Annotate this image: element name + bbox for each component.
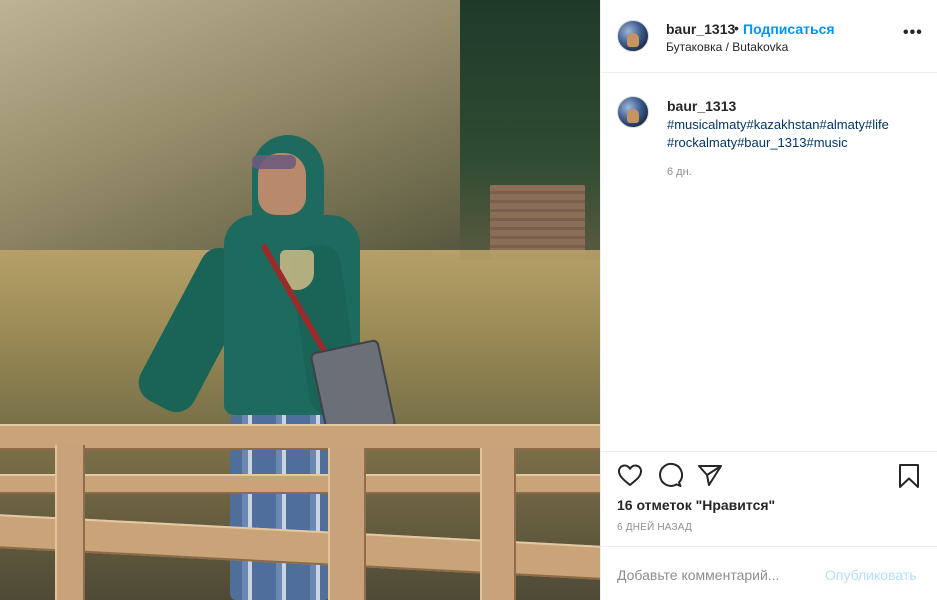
post-side-panel: baur_1313 • Подписаться Бутаковка / Buta…	[600, 0, 937, 600]
likes-count[interactable]: 16 отметок "Нравится"	[617, 497, 775, 513]
photo-cabin	[490, 185, 585, 260]
share-icon[interactable]	[697, 463, 723, 487]
follow-button[interactable]: Подписаться	[743, 21, 835, 37]
bookmark-icon[interactable]	[897, 463, 921, 489]
user-avatar[interactable]	[617, 20, 649, 52]
header-username[interactable]: baur_1313	[666, 21, 735, 37]
hashtags-line[interactable]: #musicalmaty#kazakhstan#almaty#life	[667, 116, 917, 134]
comment-input[interactable]: Добавьте комментарий...	[617, 567, 817, 583]
heart-icon[interactable]	[617, 463, 643, 487]
bridge-post	[328, 448, 366, 600]
post-header: baur_1313 • Подписаться Бутаковка / Buta…	[601, 0, 937, 73]
caption-hashtags: #musicalmaty#kazakhstan#almaty#life #roc…	[667, 116, 917, 152]
posted-time: 6 ДНЕЙ НАЗАД	[617, 522, 692, 533]
caption-avatar[interactable]	[617, 96, 649, 128]
caption-time: 6 дн.	[667, 166, 692, 178]
post-photo[interactable]	[0, 0, 600, 600]
hashtags-line[interactable]: #rockalmaty#baur_1313#music	[667, 134, 917, 152]
comment-icon[interactable]	[657, 462, 683, 488]
bridge-post	[55, 445, 85, 600]
bridge-post	[480, 448, 516, 600]
bridge-rail-top	[0, 424, 600, 450]
location-link[interactable]: Бутаковка / Butakovka	[666, 40, 788, 54]
publish-button[interactable]: Опубликовать	[825, 567, 917, 583]
separator-dot: •	[734, 20, 739, 36]
caption-username[interactable]: baur_1313	[667, 98, 736, 114]
ellipsis-icon[interactable]: •••	[903, 24, 923, 42]
